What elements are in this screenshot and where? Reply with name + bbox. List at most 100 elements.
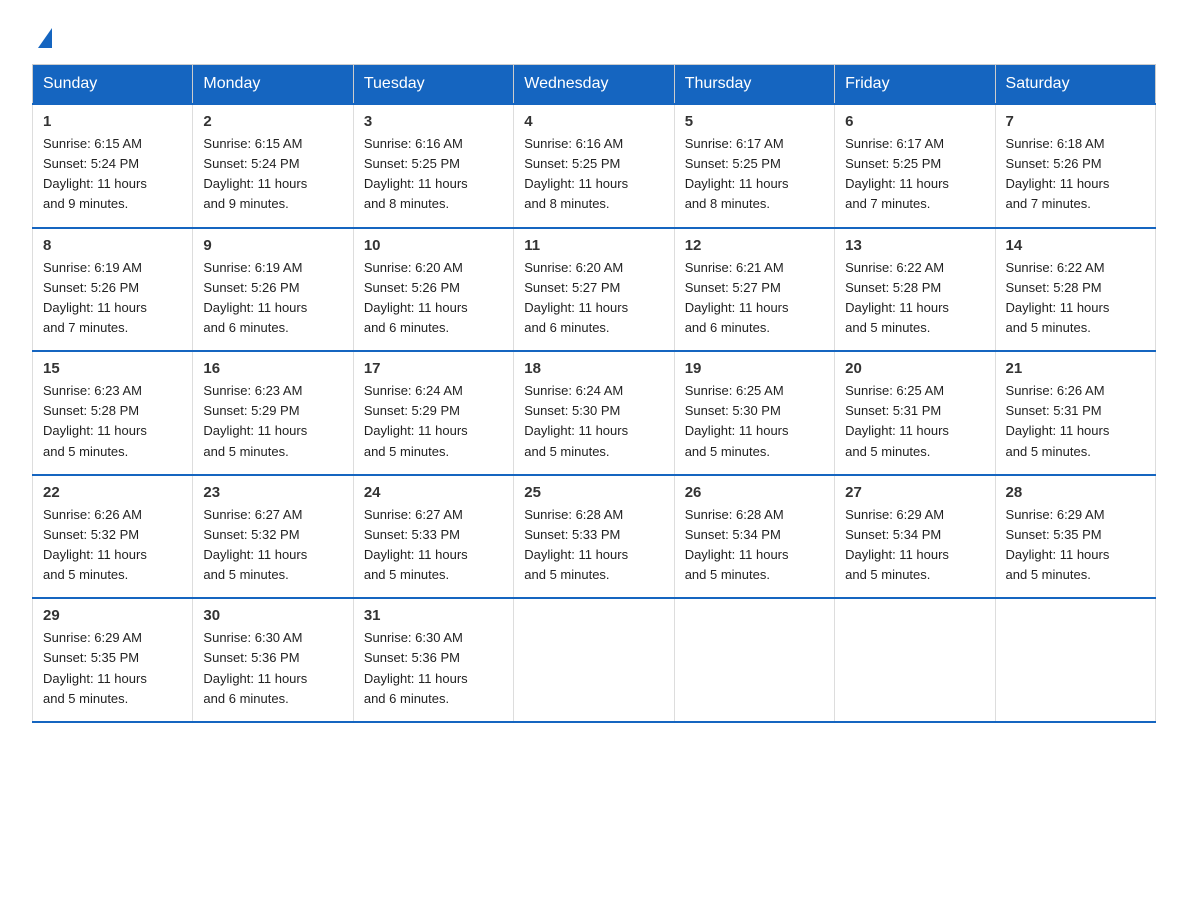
day-number: 21 [1006,360,1145,377]
day-number: 1 [43,113,182,130]
day-info: Sunrise: 6:22 AMSunset: 5:28 PMDaylight:… [1006,258,1145,339]
calendar-week-row: 8 Sunrise: 6:19 AMSunset: 5:26 PMDaylight… [33,228,1156,352]
day-info: Sunrise: 6:22 AMSunset: 5:28 PMDaylight:… [845,258,984,339]
day-number: 5 [685,113,824,130]
column-header-wednesday: Wednesday [514,65,674,105]
calendar-cell: 8 Sunrise: 6:19 AMSunset: 5:26 PMDaylight… [33,228,193,352]
calendar-cell: 2 Sunrise: 6:15 AMSunset: 5:24 PMDaylight… [193,104,353,228]
day-info: Sunrise: 6:18 AMSunset: 5:26 PMDaylight:… [1006,134,1145,215]
column-header-friday: Friday [835,65,995,105]
day-number: 14 [1006,237,1145,254]
day-info: Sunrise: 6:19 AMSunset: 5:26 PMDaylight:… [203,258,342,339]
day-number: 30 [203,607,342,624]
day-number: 16 [203,360,342,377]
calendar-cell: 21 Sunrise: 6:26 AMSunset: 5:31 PMDayligh… [995,351,1155,475]
calendar-cell: 29 Sunrise: 6:29 AMSunset: 5:35 PMDayligh… [33,598,193,722]
column-header-tuesday: Tuesday [353,65,513,105]
logo [32,24,52,48]
calendar-cell: 17 Sunrise: 6:24 AMSunset: 5:29 PMDayligh… [353,351,513,475]
day-number: 17 [364,360,503,377]
calendar-cell: 7 Sunrise: 6:18 AMSunset: 5:26 PMDaylight… [995,104,1155,228]
calendar-cell: 4Sunrise: 6:16 AMSunset: 5:25 PMDaylight… [514,104,674,228]
day-info: Sunrise: 6:28 AMSunset: 5:33 PMDaylight:… [524,505,663,586]
day-number: 6 [845,113,984,130]
calendar-week-row: 22 Sunrise: 6:26 AMSunset: 5:32 PMDayligh… [33,475,1156,599]
calendar-week-row: 29 Sunrise: 6:29 AMSunset: 5:35 PMDayligh… [33,598,1156,722]
day-number: 7 [1006,113,1145,130]
calendar-cell: 11Sunrise: 6:20 AMSunset: 5:27 PMDayligh… [514,228,674,352]
day-number: 29 [43,607,182,624]
column-header-sunday: Sunday [33,65,193,105]
calendar-cell: 24 Sunrise: 6:27 AMSunset: 5:33 PMDayligh… [353,475,513,599]
day-number: 24 [364,484,503,501]
day-info: Sunrise: 6:26 AMSunset: 5:32 PMDaylight:… [43,505,182,586]
day-number: 11 [524,237,663,254]
calendar-cell [995,598,1155,722]
day-number: 27 [845,484,984,501]
day-number: 20 [845,360,984,377]
calendar-cell: 16 Sunrise: 6:23 AMSunset: 5:29 PMDayligh… [193,351,353,475]
calendar-cell: 19 Sunrise: 6:25 AMSunset: 5:30 PMDayligh… [674,351,834,475]
day-number: 26 [685,484,824,501]
calendar-cell: 6Sunrise: 6:17 AMSunset: 5:25 PMDaylight… [835,104,995,228]
day-number: 31 [364,607,503,624]
day-number: 9 [203,237,342,254]
day-info: Sunrise: 6:24 AMSunset: 5:29 PMDaylight:… [364,381,503,462]
day-info: Sunrise: 6:20 AMSunset: 5:26 PMDaylight:… [364,258,503,339]
calendar-cell: 15 Sunrise: 6:23 AMSunset: 5:28 PMDayligh… [33,351,193,475]
day-number: 19 [685,360,824,377]
day-number: 2 [203,113,342,130]
day-info: Sunrise: 6:19 AMSunset: 5:26 PMDaylight:… [43,258,182,339]
day-info: Sunrise: 6:21 AMSunset: 5:27 PMDaylight:… [685,258,824,339]
day-info: Sunrise: 6:30 AMSunset: 5:36 PMDaylight:… [364,628,503,709]
day-info: Sunrise: 6:28 AMSunset: 5:34 PMDaylight:… [685,505,824,586]
day-info: Sunrise: 6:27 AMSunset: 5:33 PMDaylight:… [364,505,503,586]
day-number: 15 [43,360,182,377]
day-info: Sunrise: 6:29 AMSunset: 5:35 PMDaylight:… [43,628,182,709]
calendar-cell [835,598,995,722]
calendar-cell: 28Sunrise: 6:29 AMSunset: 5:35 PMDayligh… [995,475,1155,599]
day-info: Sunrise: 6:17 AMSunset: 5:25 PMDaylight:… [685,134,824,215]
day-number: 22 [43,484,182,501]
calendar-cell: 30 Sunrise: 6:30 AMSunset: 5:36 PMDayligh… [193,598,353,722]
calendar-cell: 14 Sunrise: 6:22 AMSunset: 5:28 PMDayligh… [995,228,1155,352]
day-number: 18 [524,360,663,377]
calendar-cell: 27 Sunrise: 6:29 AMSunset: 5:34 PMDayligh… [835,475,995,599]
calendar-cell: 10Sunrise: 6:20 AMSunset: 5:26 PMDayligh… [353,228,513,352]
day-info: Sunrise: 6:24 AMSunset: 5:30 PMDaylight:… [524,381,663,462]
calendar-cell [674,598,834,722]
calendar-cell: 13Sunrise: 6:22 AMSunset: 5:28 PMDayligh… [835,228,995,352]
calendar-cell: 26 Sunrise: 6:28 AMSunset: 5:34 PMDayligh… [674,475,834,599]
calendar-header-row: SundayMondayTuesdayWednesdayThursdayFrid… [33,65,1156,105]
day-info: Sunrise: 6:25 AMSunset: 5:30 PMDaylight:… [685,381,824,462]
calendar-cell: 9 Sunrise: 6:19 AMSunset: 5:26 PMDaylight… [193,228,353,352]
day-number: 12 [685,237,824,254]
calendar-cell: 22 Sunrise: 6:26 AMSunset: 5:32 PMDayligh… [33,475,193,599]
day-number: 4 [524,113,663,130]
calendar-cell: 23 Sunrise: 6:27 AMSunset: 5:32 PMDayligh… [193,475,353,599]
day-info: Sunrise: 6:23 AMSunset: 5:29 PMDaylight:… [203,381,342,462]
logo-triangle-icon [38,28,52,48]
calendar-cell: 25Sunrise: 6:28 AMSunset: 5:33 PMDayligh… [514,475,674,599]
page-header [32,24,1156,48]
calendar-cell [514,598,674,722]
column-header-saturday: Saturday [995,65,1155,105]
day-info: Sunrise: 6:15 AMSunset: 5:24 PMDaylight:… [203,134,342,215]
calendar-cell: 5 Sunrise: 6:17 AMSunset: 5:25 PMDaylight… [674,104,834,228]
calendar-cell: 1Sunrise: 6:15 AMSunset: 5:24 PMDaylight… [33,104,193,228]
day-number: 3 [364,113,503,130]
column-header-thursday: Thursday [674,65,834,105]
calendar-cell: 3 Sunrise: 6:16 AMSunset: 5:25 PMDaylight… [353,104,513,228]
day-number: 8 [43,237,182,254]
day-info: Sunrise: 6:30 AMSunset: 5:36 PMDaylight:… [203,628,342,709]
day-info: Sunrise: 6:23 AMSunset: 5:28 PMDaylight:… [43,381,182,462]
calendar-cell: 20Sunrise: 6:25 AMSunset: 5:31 PMDayligh… [835,351,995,475]
calendar-cell: 18 Sunrise: 6:24 AMSunset: 5:30 PMDayligh… [514,351,674,475]
day-info: Sunrise: 6:29 AMSunset: 5:34 PMDaylight:… [845,505,984,586]
calendar-cell: 31 Sunrise: 6:30 AMSunset: 5:36 PMDayligh… [353,598,513,722]
day-number: 23 [203,484,342,501]
day-info: Sunrise: 6:26 AMSunset: 5:31 PMDaylight:… [1006,381,1145,462]
day-info: Sunrise: 6:27 AMSunset: 5:32 PMDaylight:… [203,505,342,586]
calendar-table: SundayMondayTuesdayWednesdayThursdayFrid… [32,64,1156,723]
day-info: Sunrise: 6:16 AMSunset: 5:25 PMDaylight:… [364,134,503,215]
